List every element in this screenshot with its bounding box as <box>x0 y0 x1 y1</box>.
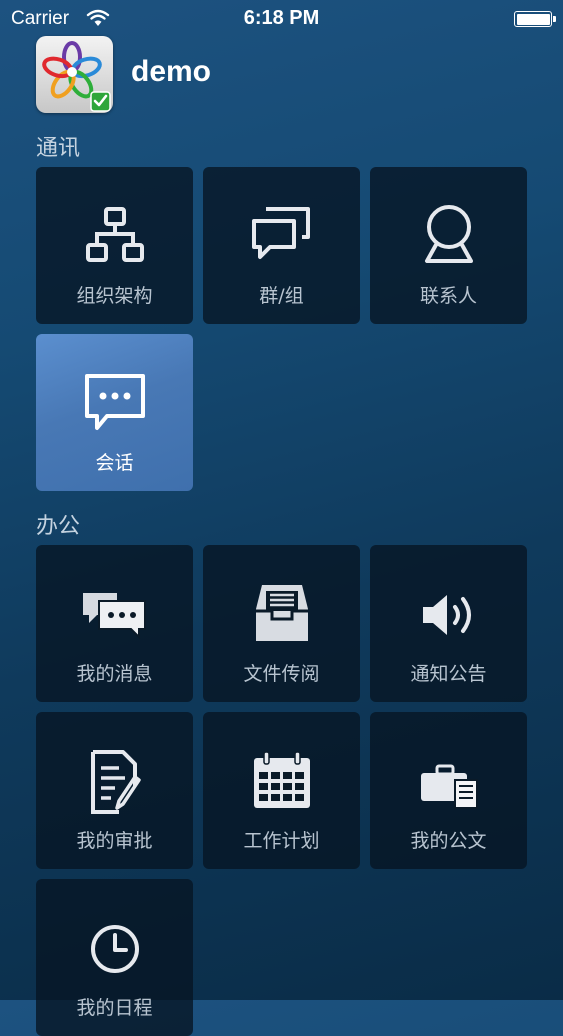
tile-label: 我的日程 <box>76 997 153 1019</box>
tile-notices[interactable]: 通知公告 <box>370 545 527 702</box>
section-title-office: 办公 <box>36 514 81 539</box>
tile-contacts[interactable]: 联系人 <box>370 167 527 324</box>
tile-label: 群/组 <box>259 285 304 307</box>
tile-conversations[interactable]: 会话 <box>36 334 193 491</box>
org-chart-icon <box>79 201 151 273</box>
tile-groups[interactable]: 群/组 <box>203 167 360 324</box>
status-time: 6:18 PM <box>243 7 320 29</box>
calendar-icon <box>246 746 318 818</box>
tile-label: 我的审批 <box>76 830 153 852</box>
tile-my-messages[interactable]: 我的消息 <box>36 545 193 702</box>
status-bar: Carrier 6:18 PM <box>0 0 563 40</box>
tile-label: 组织架构 <box>76 285 153 307</box>
tile-work-plan[interactable]: 工作计划 <box>203 712 360 869</box>
contact-icon <box>413 201 485 273</box>
tile-my-schedule[interactable]: 我的日程 <box>36 879 193 1036</box>
tile-my-documents[interactable]: 我的公文 <box>370 712 527 869</box>
messages-icon <box>79 579 151 651</box>
clock-icon <box>79 913 151 985</box>
flower-logo-icon <box>36 36 113 113</box>
document-edit-icon <box>79 746 151 818</box>
tile-label: 我的公文 <box>410 830 487 852</box>
group-chat-icon <box>246 201 318 273</box>
tile-my-approvals[interactable]: 我的审批 <box>36 712 193 869</box>
tile-label: 工作计划 <box>243 830 320 852</box>
briefcase-document-icon <box>413 746 485 818</box>
chat-bubble-icon <box>79 368 151 440</box>
tile-label: 通知公告 <box>410 663 487 685</box>
battery-icon <box>514 11 552 27</box>
tile-org-chart[interactable]: 组织架构 <box>36 167 193 324</box>
tile-label: 会话 <box>95 452 134 474</box>
tile-file-circulation[interactable]: 文件传阅 <box>203 545 360 702</box>
tile-label: 联系人 <box>419 285 477 307</box>
inbox-tray-icon <box>246 579 318 651</box>
app-title: demo <box>131 55 212 88</box>
speaker-icon <box>413 579 485 651</box>
tile-label: 我的消息 <box>76 663 153 685</box>
tile-label: 文件传阅 <box>243 663 320 685</box>
section-title-communication: 通讯 <box>36 136 81 161</box>
battery-tip <box>553 16 556 22</box>
